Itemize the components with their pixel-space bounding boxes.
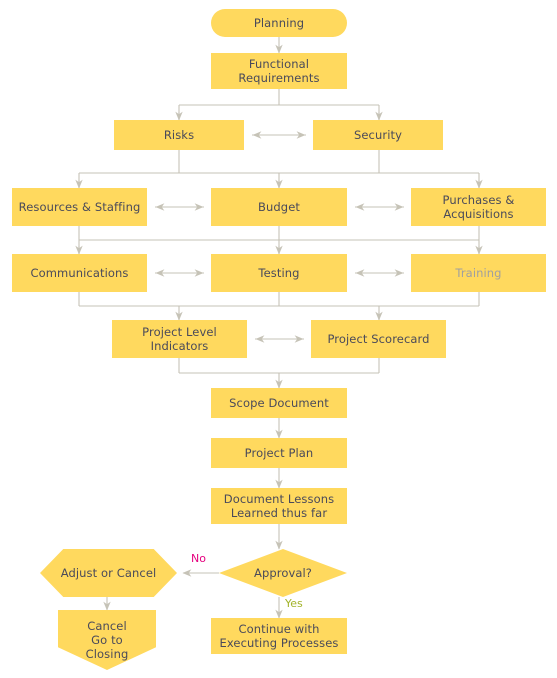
flow-node-risks[interactable]: Risks bbox=[114, 120, 244, 150]
flow-node-functional[interactable]: Functional Requirements bbox=[211, 53, 347, 89]
flow-node-resources[interactable]: Resources & Staffing bbox=[12, 188, 147, 226]
flow-node-approval[interactable]: Approval? bbox=[219, 549, 347, 597]
flow-node-continue[interactable]: Continue with Executing Processes bbox=[211, 618, 347, 654]
flow-node-resources-label: Resources & Staffing bbox=[18, 200, 141, 214]
edge-label-no: No bbox=[191, 552, 206, 565]
flow-node-continue-label: Continue with Executing Processes bbox=[219, 622, 339, 650]
flow-node-comms[interactable]: Communications bbox=[12, 254, 147, 292]
flow-node-projectplan-label: Project Plan bbox=[244, 446, 314, 460]
flow-node-testing-label: Testing bbox=[258, 266, 300, 280]
flow-node-security-label: Security bbox=[353, 128, 403, 142]
flow-node-planning[interactable]: Planning bbox=[211, 9, 347, 37]
flow-node-approval-shape bbox=[219, 549, 347, 597]
flow-node-cancel-shape bbox=[58, 610, 156, 670]
flow-node-cancel[interactable]: Cancel Go to Closing bbox=[58, 610, 156, 670]
flow-node-scope-label: Scope Document bbox=[229, 396, 329, 410]
flow-node-indicators-label: Project Level Indicators bbox=[142, 325, 217, 353]
flow-node-risks-label: Risks bbox=[163, 128, 195, 142]
flow-node-lessons-label: Document Lessons Learned thus far bbox=[223, 492, 335, 520]
flow-node-projectplan[interactable]: Project Plan bbox=[211, 438, 347, 468]
flow-node-budget[interactable]: Budget bbox=[211, 188, 347, 226]
edge-label-yes: Yes bbox=[285, 597, 303, 610]
flow-node-security[interactable]: Security bbox=[313, 120, 443, 150]
flow-node-scorecard-label: Project Scorecard bbox=[327, 332, 430, 346]
flow-node-scorecard[interactable]: Project Scorecard bbox=[311, 320, 446, 358]
flow-node-functional-label: Functional Requirements bbox=[238, 57, 320, 85]
flow-node-testing[interactable]: Testing bbox=[211, 254, 347, 292]
flow-node-purchases-label: Purchases & Acquisitions bbox=[442, 193, 515, 221]
flow-node-lessons[interactable]: Document Lessons Learned thus far bbox=[211, 488, 347, 524]
flow-node-planning-label: Planning bbox=[253, 16, 305, 30]
flow-node-training[interactable]: Training bbox=[411, 254, 546, 292]
flow-node-adjust[interactable]: Adjust or Cancel bbox=[40, 549, 177, 597]
flow-node-indicators[interactable]: Project Level Indicators bbox=[112, 320, 247, 358]
flow-node-comms-label: Communications bbox=[30, 266, 129, 280]
flow-node-training-label: Training bbox=[455, 266, 502, 280]
flow-node-budget-label: Budget bbox=[258, 200, 300, 214]
flow-node-scope[interactable]: Scope Document bbox=[211, 388, 347, 418]
flow-node-adjust-shape bbox=[40, 549, 177, 597]
flow-node-purchases[interactable]: Purchases & Acquisitions bbox=[411, 188, 546, 226]
